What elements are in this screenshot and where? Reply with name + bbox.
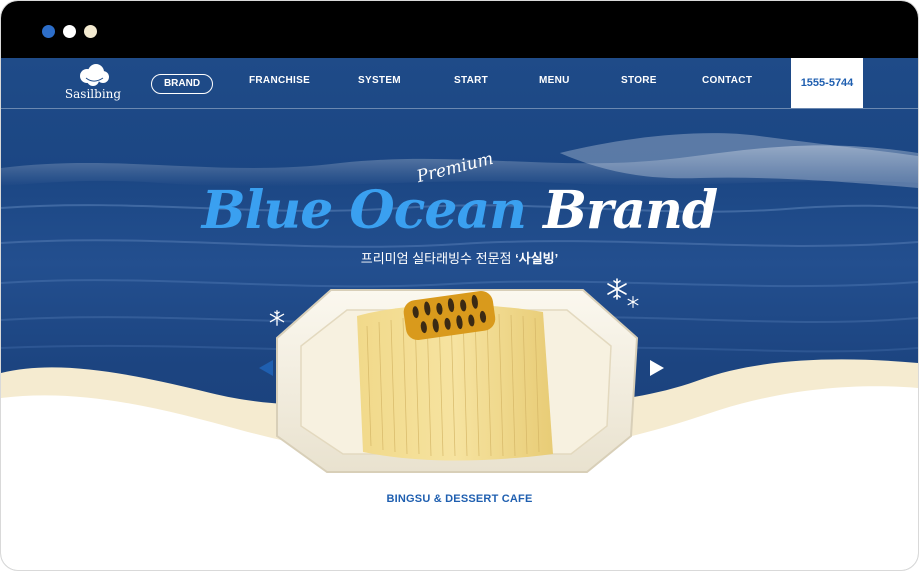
subtitle-highlight: ‘사실빙’ [515, 251, 559, 266]
window-dot-white[interactable] [63, 25, 76, 38]
window-dot-blue[interactable] [42, 25, 55, 38]
bingsu-plate-image [276, 289, 639, 473]
brand-logo-text: Sasilbing [64, 87, 122, 101]
nav-item-system[interactable]: SYSTEM [358, 75, 401, 86]
nav-item-franchise[interactable]: FRANCHISE [249, 75, 310, 86]
browser-frame: Sasilbing BRAND FRANCHISE SYSTEM START M… [0, 0, 919, 571]
hero-headline: Blue Ocean Brand [1, 180, 918, 241]
nav-item-start[interactable]: START [454, 75, 488, 86]
arrow-right-icon[interactable] [650, 360, 664, 376]
cloud-logo-icon [80, 64, 109, 86]
hero-section: Sasilbing BRAND FRANCHISE SYSTEM START M… [1, 58, 918, 570]
hero-tagline: BINGSU & DESSERT CAFE [386, 493, 533, 505]
hero-subtitle: 프리미엄 실타래빙수 전문점 ‘사실빙’ [1, 248, 918, 267]
nav-item-brand[interactable]: BRAND [151, 74, 213, 94]
headline-blue-part: Blue Ocean [201, 180, 527, 241]
nav-item-menu[interactable]: MENU [539, 75, 570, 86]
nav-item-store[interactable]: STORE [621, 75, 657, 86]
headline-white-part: Brand [543, 180, 718, 241]
window-titlebar [1, 1, 918, 58]
main-navigation: Sasilbing BRAND FRANCHISE SYSTEM START M… [1, 58, 918, 109]
arrow-left-icon[interactable] [259, 360, 273, 376]
nav-item-contact[interactable]: CONTACT [702, 75, 752, 86]
phone-number-button[interactable]: 1555-5744 [791, 58, 863, 108]
window-dot-cream[interactable] [84, 25, 97, 38]
brand-logo[interactable]: Sasilbing [63, 64, 123, 104]
subtitle-text: 프리미엄 실타래빙수 전문점 [360, 251, 516, 266]
